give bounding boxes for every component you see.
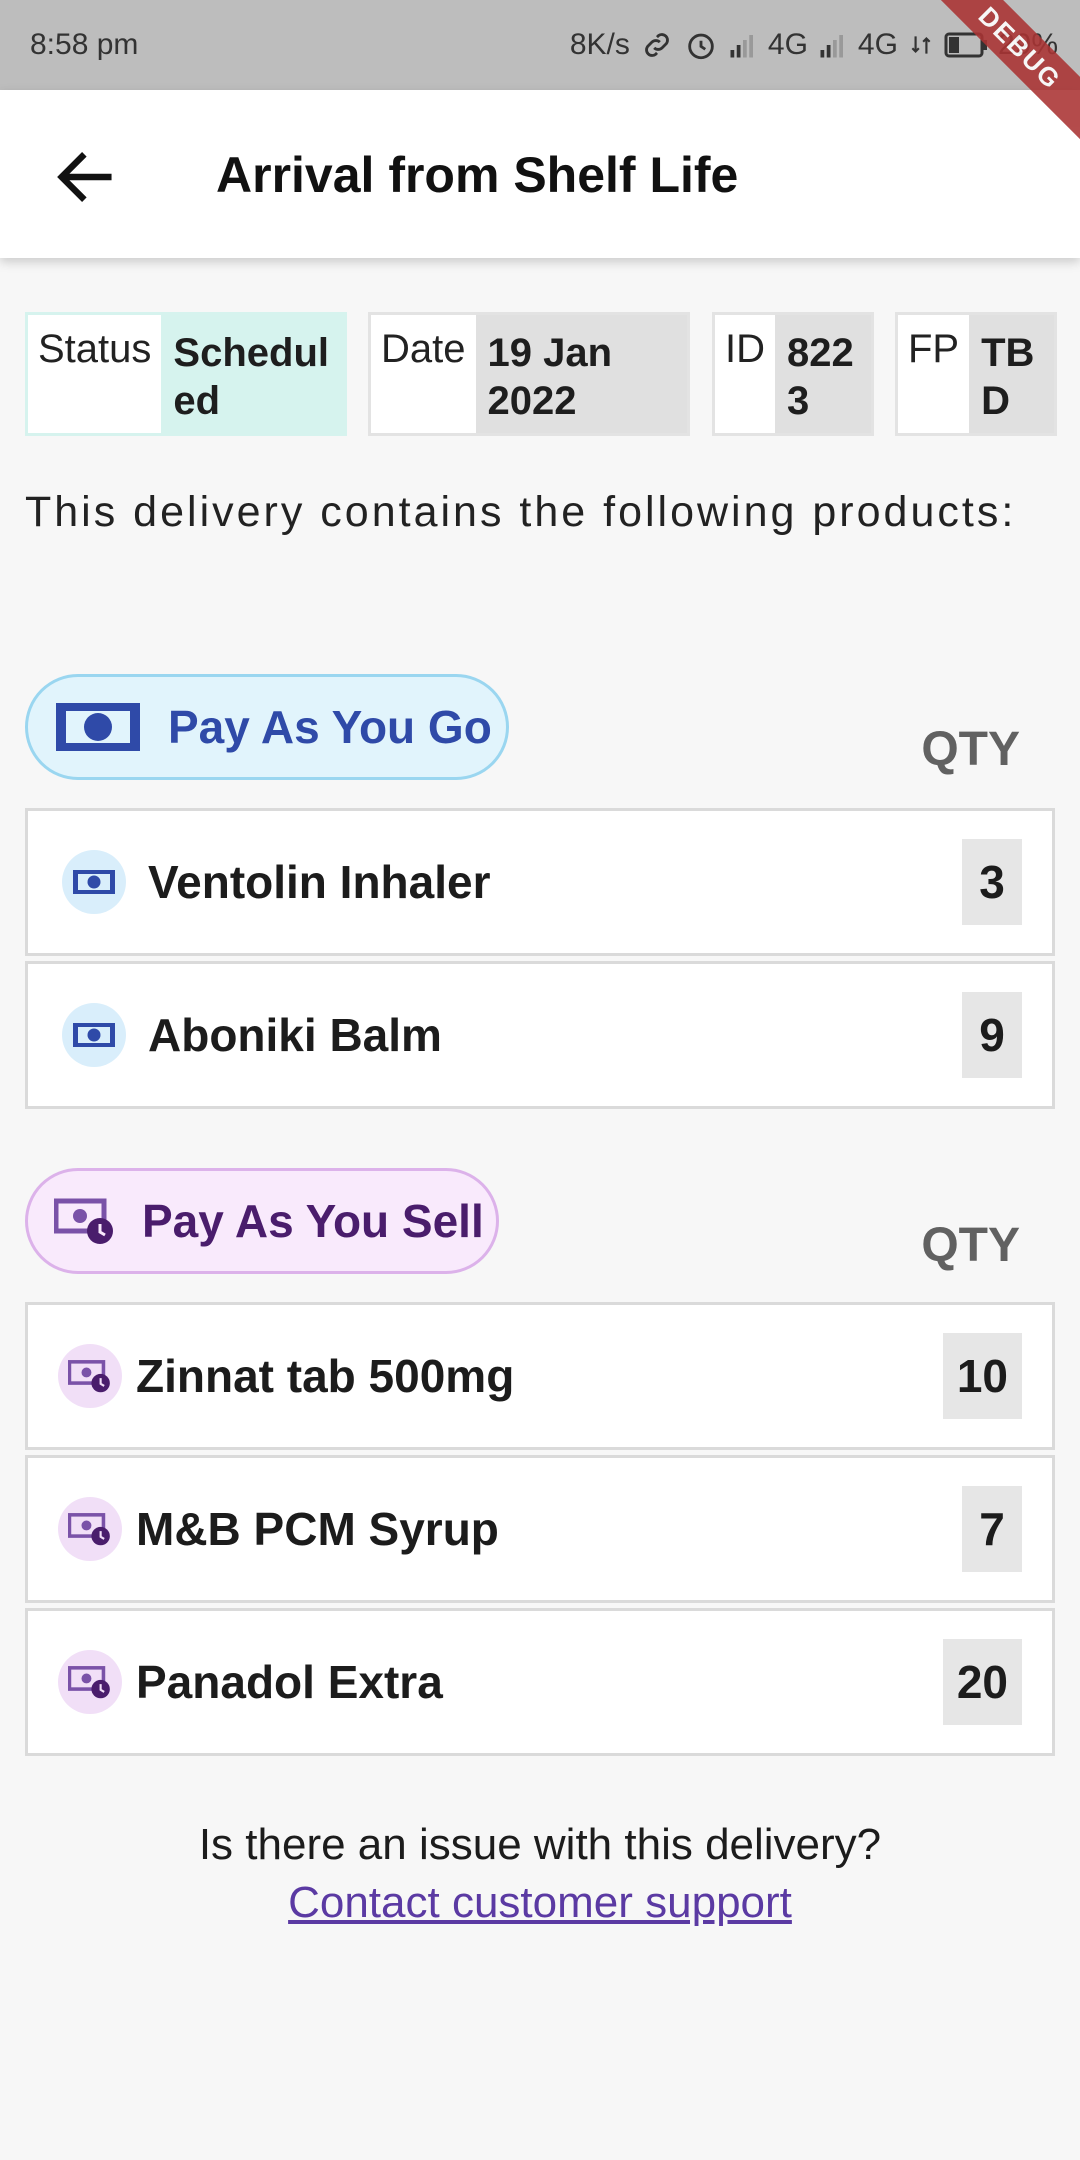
product-name: Ventolin Inhaler (148, 856, 491, 908)
product-qty: 20 (942, 1639, 1022, 1725)
product-row[interactable]: Aboniki Balm 9 (25, 961, 1055, 1109)
network-type-2: 4G (857, 28, 898, 61)
cash-clock-icon (68, 1360, 110, 1393)
cash-clock-icon-badge (58, 1650, 122, 1714)
date-value: 19 Jan 2022 (475, 315, 687, 433)
qty-header: QTY (921, 723, 1020, 776)
cash-icon-badge (62, 850, 126, 914)
cash-clock-icon (68, 1666, 110, 1699)
fp-key: FP (898, 315, 970, 433)
section-pill-pay-as-you-sell: Pay As You Sell (25, 1168, 499, 1274)
section-label: Pay As You Sell (142, 1195, 484, 1247)
cash-icon (56, 703, 140, 751)
product-row[interactable]: Panadol Extra 20 (25, 1608, 1055, 1756)
page-title: Arrival from Shelf Life (216, 147, 739, 203)
id-key: ID (715, 315, 775, 433)
back-arrow-icon (57, 152, 112, 202)
cash-clock-icon-badge (58, 1344, 122, 1408)
cash-icon (73, 870, 115, 894)
product-qty: 7 (962, 1486, 1022, 1572)
product-qty: 10 (942, 1333, 1022, 1419)
status-chip: Status Scheduled (25, 312, 347, 436)
issue-question: Is there an issue with this delivery? (198, 1820, 882, 1869)
link-icon (640, 28, 674, 62)
date-chip: Date 19 Jan 2022 (368, 312, 690, 436)
section-label: Pay As You Go (168, 701, 492, 753)
product-name: Panadol Extra (136, 1656, 443, 1708)
id-chip: ID 8223 (712, 312, 874, 436)
back-button[interactable] (50, 142, 120, 212)
product-qty: 9 (962, 992, 1022, 1078)
product-row[interactable]: M&B PCM Syrup 7 (25, 1455, 1055, 1603)
cash-clock-icon (68, 1513, 110, 1546)
status-bar: 8:58 pm 8K/s 4G 4G 29% (0, 0, 1080, 90)
product-row[interactable]: Zinnat tab 500mg 10 (25, 1302, 1055, 1450)
app-bar: Arrival from Shelf Life (0, 90, 1080, 258)
status-value: Scheduled (161, 315, 344, 433)
product-name: Zinnat tab 500mg (136, 1350, 515, 1402)
network-type-1: 4G (767, 28, 808, 61)
contact-support-link[interactable]: Contact customer support (288, 1878, 792, 1927)
product-name: Aboniki Balm (148, 1009, 442, 1061)
fp-value: TBD (969, 315, 1054, 433)
cash-icon (73, 1023, 115, 1047)
fp-chip: FP TBD (895, 312, 1057, 436)
status-time: 8:58 pm (30, 28, 139, 61)
cash-clock-icon (54, 1198, 113, 1244)
intro-text: This delivery contains the following pro… (25, 488, 1017, 536)
signal-icon (818, 30, 848, 60)
signal-icon (728, 30, 758, 60)
section-pill-pay-as-you-go: Pay As You Go (25, 674, 509, 780)
alarm-icon (684, 28, 718, 62)
cash-clock-icon-badge (58, 1497, 122, 1561)
date-key: Date (371, 315, 476, 433)
product-name: M&B PCM Syrup (136, 1503, 499, 1555)
cash-icon-badge (62, 1003, 126, 1067)
status-key: Status (28, 315, 162, 433)
data-arrows-icon (908, 30, 934, 60)
contact-support-link-row: Contact customer support (0, 1878, 1080, 1928)
qty-header: QTY (921, 1219, 1020, 1272)
net-speed: 8K/s (569, 28, 630, 61)
product-row[interactable]: Ventolin Inhaler 3 (25, 808, 1055, 956)
id-value: 8223 (775, 315, 871, 433)
product-qty: 3 (962, 839, 1022, 925)
